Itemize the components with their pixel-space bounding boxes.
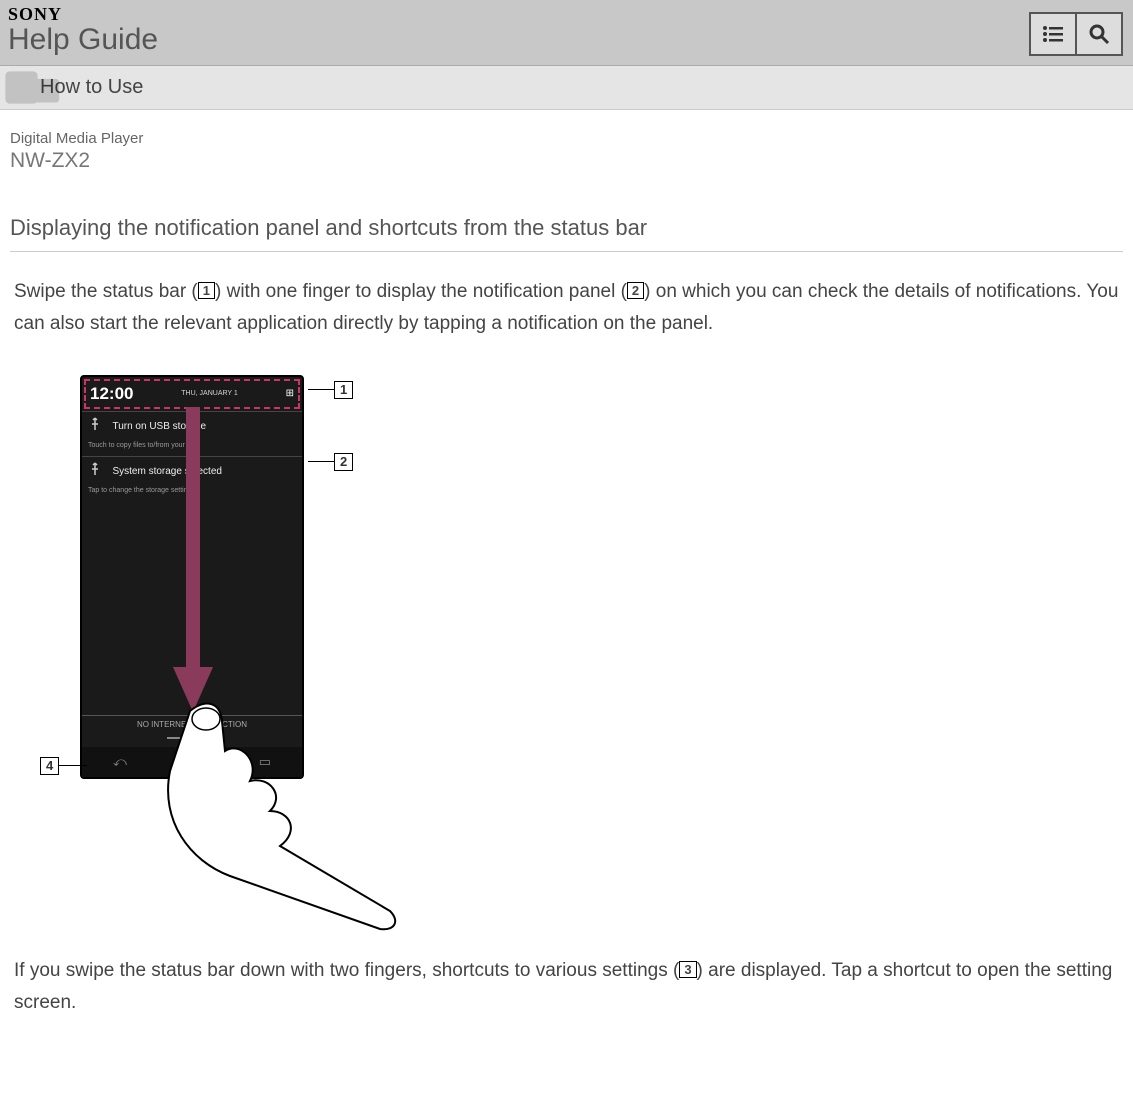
callout-line — [59, 765, 87, 766]
ref-2-icon: 2 — [627, 282, 644, 299]
ref-3-icon: 3 — [679, 961, 696, 978]
callout-box: 2 — [334, 453, 353, 471]
toc-button[interactable] — [1029, 12, 1077, 56]
header-buttons — [1031, 12, 1123, 56]
callout-box: 4 — [40, 757, 59, 775]
search-button[interactable] — [1075, 12, 1123, 56]
swipe-down-arrow-icon — [168, 407, 218, 717]
status-date: THU, JANUARY 1 — [181, 390, 238, 397]
figure-notification-panel: 12:00 THU, JANUARY 1 ⊞ Turn on USB stora… — [40, 371, 440, 931]
phone-status-bar: 12:00 THU, JANUARY 1 ⊞ — [84, 379, 300, 409]
breadcrumb[interactable]: How to Use — [0, 66, 1133, 110]
usb-icon — [88, 417, 102, 431]
paragraph-1: Swipe the status bar (1) with one finger… — [10, 276, 1123, 341]
quick-settings-icon: ⊞ — [286, 388, 294, 399]
callout-line — [308, 389, 334, 390]
ref-1-icon: 1 — [198, 282, 215, 299]
usb-icon — [88, 462, 102, 476]
text: Swipe the status bar ( — [14, 281, 198, 302]
back-icon: ⤺ — [113, 754, 127, 770]
product-type: Digital Media Player — [10, 130, 1123, 147]
list-icon — [1042, 25, 1064, 43]
page-title: Displaying the notification panel and sh… — [10, 215, 1123, 252]
text: ) with one finger to display the notific… — [215, 281, 627, 302]
text: If you swipe the status bar down with tw… — [14, 960, 679, 981]
header: SONY Help Guide — [0, 0, 1133, 66]
callout-line — [308, 461, 334, 462]
callout-1: 1 — [308, 381, 353, 399]
paragraph-2: If you swipe the status bar down with tw… — [10, 955, 1123, 1020]
brand-logo: SONY — [8, 4, 1125, 25]
search-icon — [1088, 23, 1110, 45]
hand-illustration — [150, 701, 410, 931]
callout-4: 4 — [40, 757, 87, 775]
content: Digital Media Player NW-ZX2 Displaying t… — [0, 110, 1133, 1078]
status-time: 12:00 — [90, 384, 133, 404]
callout-2: 2 — [308, 453, 353, 471]
callout-box: 1 — [334, 381, 353, 399]
product-model: NW-ZX2 — [10, 149, 1123, 173]
site-title: Help Guide — [8, 23, 1125, 57]
breadcrumb-decoration — [0, 66, 70, 109]
